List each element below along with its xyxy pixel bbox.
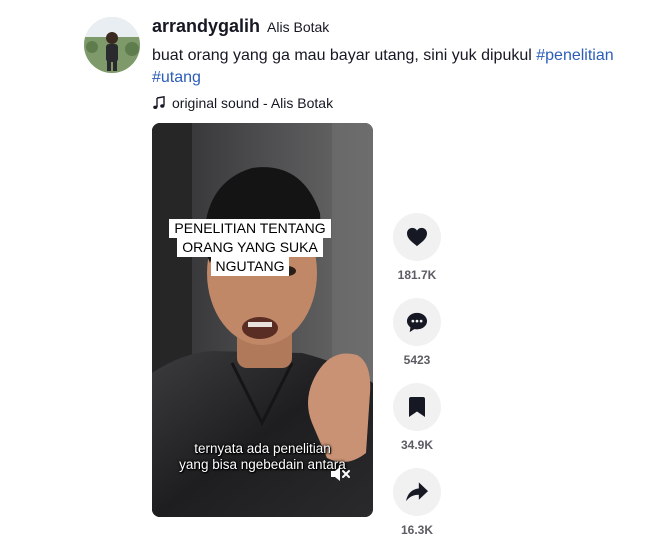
- avatar[interactable]: [84, 17, 140, 73]
- subtitle-line: ternyata ada penelitian: [194, 441, 331, 456]
- post-caption: buat orang yang ga mau bayar utang, sini…: [152, 45, 657, 89]
- author-row: arrandygalih Alis Botak: [152, 16, 657, 44]
- like-button[interactable]: [393, 213, 441, 261]
- action-bar: 181.7K 5423 34.9K 16.3K: [393, 213, 441, 539]
- comment-button[interactable]: [393, 298, 441, 346]
- video-player[interactable]: PENELITIAN TENTANG ORANG YANG SUKA NGUTA…: [152, 123, 373, 517]
- like-action: 181.7K: [393, 213, 441, 284]
- share-action: 16.3K: [393, 468, 441, 539]
- hashtag-utang[interactable]: #utang: [152, 69, 201, 86]
- bookmark-button[interactable]: [393, 383, 441, 431]
- bookmark-icon: [409, 397, 425, 417]
- sound-name: original sound - Alis Botak: [172, 95, 334, 111]
- bookmark-action: 34.9K: [393, 383, 441, 454]
- like-count: 181.7K: [397, 268, 437, 282]
- sound-link[interactable]: original sound - Alis Botak: [152, 95, 657, 111]
- mute-icon[interactable]: [329, 464, 351, 484]
- post-header: arrandygalih Alis Botak buat orang yang …: [152, 16, 657, 111]
- music-note-icon: [153, 96, 165, 109]
- share-count: 16.3K: [400, 523, 434, 537]
- video-title-overlay: PENELITIAN TENTANG ORANG YANG SUKA NGUTA…: [168, 219, 332, 276]
- overlay-line: NGUTANG: [210, 257, 290, 276]
- share-button[interactable]: [393, 468, 441, 516]
- hashtag-penelitian[interactable]: #penelitian: [536, 47, 613, 64]
- comment-icon: [406, 312, 428, 332]
- caption-text: buat orang yang ga mau bayar utang, sini…: [152, 47, 537, 64]
- comment-action: 5423: [393, 298, 441, 369]
- share-icon: [406, 482, 428, 502]
- comment-count: 5423: [403, 353, 431, 367]
- avatar-image: [84, 17, 140, 73]
- author-nickname[interactable]: Alis Botak: [267, 19, 329, 35]
- overlay-line: ORANG YANG SUKA: [177, 238, 323, 257]
- bookmark-count: 34.9K: [400, 438, 434, 452]
- heart-icon: [407, 227, 427, 247]
- author-username[interactable]: arrandygalih: [152, 16, 260, 37]
- overlay-line: PENELITIAN TENTANG: [169, 219, 331, 238]
